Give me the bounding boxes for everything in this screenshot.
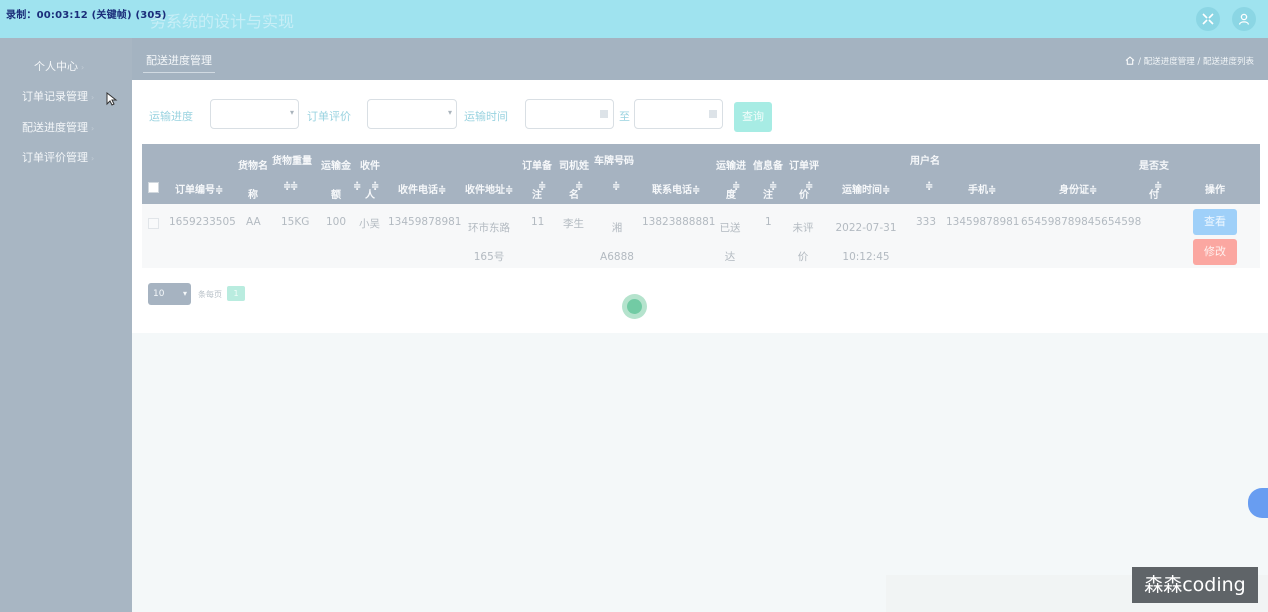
chevron-right-icon: ›: [81, 63, 85, 72]
per-page-label: 条每页: [198, 290, 222, 299]
chevron-right-icon: ›: [91, 124, 95, 133]
watermark: 森森coding: [1132, 567, 1258, 603]
col-plate[interactable]: 车牌号码: [594, 152, 640, 168]
time-filter-label: 运输时间: [464, 110, 508, 123]
col-driver-name[interactable]: 司机姓名: [557, 152, 591, 202]
sidebar-item-label: 个人中心: [34, 60, 78, 73]
progress-select[interactable]: ▾: [210, 99, 299, 129]
top-header: 务系统的设计与实现 录制：00:03:12 (关键帧) (305): [0, 0, 1268, 38]
sidebar-item-profile[interactable]: 个人中心 ›: [0, 55, 132, 79]
calendar-icon: [600, 110, 608, 118]
progress-filter-label: 运输进度: [149, 110, 193, 123]
chevron-down-icon: ▾: [182, 289, 187, 298]
time-from-input[interactable]: [525, 99, 614, 129]
sidebar-item-label: 订单记录管理: [22, 90, 88, 103]
edit-button[interactable]: 修改: [1193, 239, 1237, 265]
search-button[interactable]: 查询: [734, 102, 772, 132]
page-size-value: 10: [153, 289, 165, 299]
cell-transport-time: 2022-07-31 10:12:45: [835, 222, 897, 263]
cell-mobile: 13459878981: [946, 216, 1020, 228]
sidebar-item-order-evaluation[interactable]: 订单评价管理 ›: [0, 146, 132, 170]
cell-username: 333: [916, 216, 937, 228]
col-info-note[interactable]: 信息备注: [751, 152, 785, 202]
breadcrumb-bar: 配送进度管理 / 配送进度管理 / 配送进度列表: [132, 38, 1268, 80]
cell-plate: 湘A6888: [600, 222, 634, 263]
sort-icon[interactable]: ≑: [371, 181, 379, 192]
col-freight[interactable]: 运输金额: [319, 152, 353, 202]
cell-receiver-phone: 13459878981: [388, 216, 462, 228]
table-row: 1659233505 AA 15KG 100 小吴 13459878981 环市…: [142, 204, 1260, 268]
tab-delivery-progress[interactable]: 配送进度管理: [143, 49, 215, 73]
app-title: 务系统的设计与实现: [150, 12, 295, 31]
col-receiver-address[interactable]: 收件地址≑: [465, 181, 513, 196]
row-checkbox[interactable]: [148, 218, 159, 229]
cell-goods-name: AA: [246, 216, 261, 228]
cell-progress: 已送达: [719, 222, 741, 263]
sort-icon[interactable]: ≑: [769, 181, 777, 192]
col-order-no[interactable]: 订单编号≑: [175, 181, 223, 196]
col-actions: 操作: [1205, 185, 1225, 196]
evaluation-select[interactable]: ▾: [367, 99, 457, 129]
calendar-icon: [709, 110, 717, 118]
sort-icon[interactable]: ≑: [575, 181, 583, 192]
mouse-cursor-icon: [106, 92, 118, 106]
breadcrumb-path: / 配送进度管理 / 配送进度列表: [1138, 57, 1254, 67]
table-header: 订单编号≑ 货物名称 ≑ 货物重量 ≑ 运输金额 ≑ 收件人 ≑ 收件电话≑ 收…: [142, 144, 1260, 204]
breadcrumb: / 配送进度管理 / 配送进度列表: [1125, 55, 1254, 67]
loading-spinner-icon: [622, 294, 647, 319]
page-number[interactable]: 1: [227, 286, 245, 301]
cell-evaluation: 未评价: [792, 222, 814, 263]
col-receiver-phone[interactable]: 收件电话≑: [398, 181, 446, 196]
time-to-input[interactable]: [634, 99, 723, 129]
col-username[interactable]: 用户名: [910, 152, 944, 168]
cell-driver-name: 李生: [563, 218, 584, 230]
col-evaluation[interactable]: 订单评价: [787, 152, 821, 202]
sort-icon[interactable]: ≑: [805, 181, 813, 192]
chevron-down-icon: ▾: [289, 108, 294, 117]
sort-icon[interactable]: ≑: [732, 181, 740, 192]
main-panel: 运输进度 ▾ 订单评价 ▾ 运输时间 至 查询 订单编号≑ 货物名称 ≑ 货物重…: [132, 80, 1268, 333]
sort-icon[interactable]: ≑: [612, 181, 620, 192]
chevron-down-icon: ▾: [447, 108, 452, 117]
chevron-right-icon: ›: [91, 93, 95, 102]
sort-icon[interactable]: ≑: [925, 181, 933, 192]
home-icon[interactable]: [1125, 56, 1135, 65]
sidebar-item-delivery-progress[interactable]: 配送进度管理 ›: [0, 116, 132, 140]
cell-weight: 15KG: [281, 216, 310, 228]
view-button[interactable]: 查看: [1193, 209, 1237, 235]
floating-widget-icon[interactable]: [1248, 488, 1268, 518]
select-all-checkbox[interactable]: [148, 182, 159, 193]
recording-overlay: 录制：00:03:12 (关键帧) (305): [6, 10, 167, 21]
cell-order-no: 1659233505: [169, 216, 236, 228]
cell-receiver: 小吴: [359, 218, 380, 230]
sort-icon[interactable]: ≑: [1154, 181, 1162, 192]
col-goods-name[interactable]: 货物名称: [236, 152, 270, 202]
cell-order-note: 11: [531, 216, 545, 228]
sort-icon[interactable]: ≑: [538, 181, 546, 192]
chevron-right-icon: ›: [91, 154, 95, 163]
col-order-note[interactable]: 订单备注: [520, 152, 554, 202]
col-contact-phone[interactable]: 联系电话≑: [652, 181, 700, 196]
col-paid[interactable]: 是否支付: [1137, 152, 1171, 202]
to-label: 至: [619, 110, 630, 123]
sidebar: 个人中心 › 订单记录管理 › 配送进度管理 › 订单评价管理 ›: [0, 38, 132, 612]
col-progress[interactable]: 运输进度: [714, 152, 748, 202]
fullscreen-icon[interactable]: [1196, 7, 1220, 31]
col-id-card[interactable]: 身份证≑: [1059, 181, 1097, 196]
sidebar-item-label: 订单评价管理: [22, 151, 88, 164]
sidebar-item-label: 配送进度管理: [22, 121, 88, 134]
user-icon[interactable]: [1232, 7, 1256, 31]
sort-icon[interactable]: ≑: [290, 181, 298, 192]
page-size-select[interactable]: 10 ▾: [148, 283, 191, 305]
col-transport-time[interactable]: 运输时间≑: [842, 181, 890, 196]
cell-receiver-address: 环市东路165号: [468, 222, 510, 263]
cell-freight: 100: [326, 216, 347, 228]
cell-id-card: 654598789845654598: [1021, 216, 1142, 228]
evaluation-filter-label: 订单评价: [307, 110, 351, 123]
col-weight[interactable]: 货物重量: [272, 152, 318, 168]
col-receiver[interactable]: 收件人: [358, 152, 382, 202]
col-mobile[interactable]: 手机≑: [968, 181, 996, 196]
cell-info-note: 1: [765, 216, 772, 228]
cell-contact-phone: 13823888881: [642, 216, 716, 228]
